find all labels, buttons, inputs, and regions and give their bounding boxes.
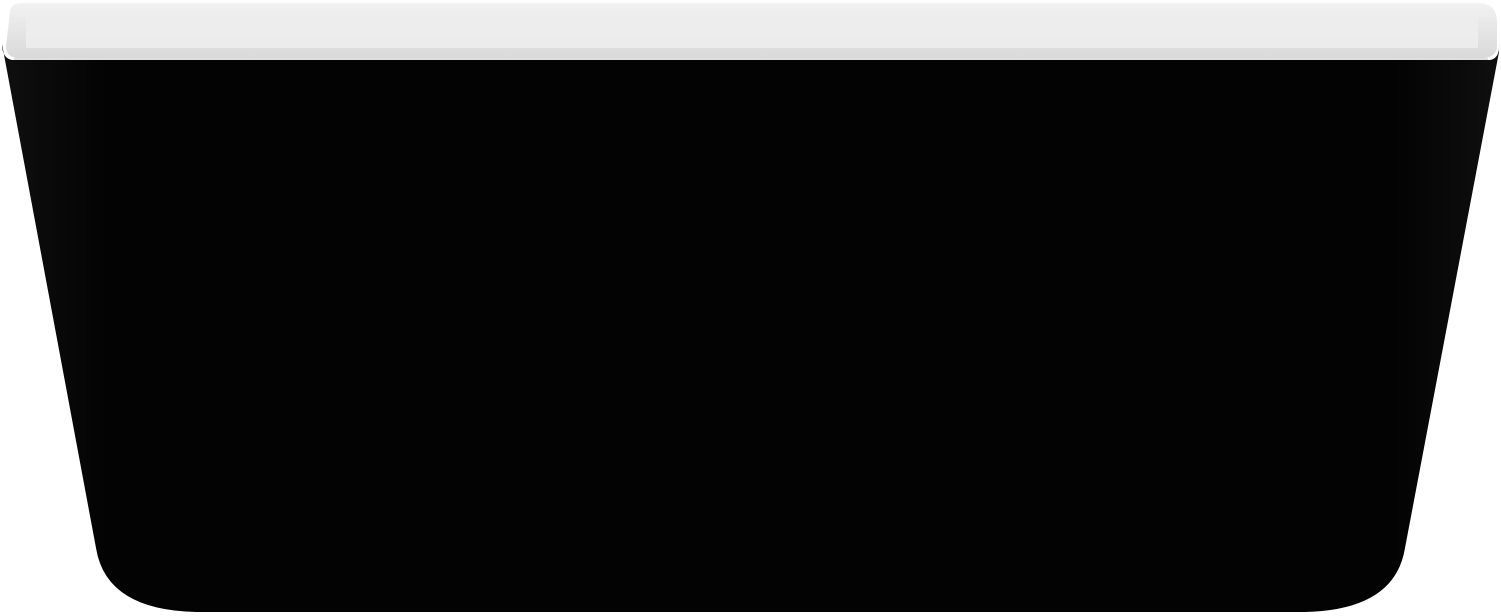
bathtub-illustration xyxy=(2,3,1500,612)
bathtub-rim-inner xyxy=(26,10,1478,48)
bathtub-body xyxy=(2,44,1500,612)
product-image-stage xyxy=(0,0,1501,616)
